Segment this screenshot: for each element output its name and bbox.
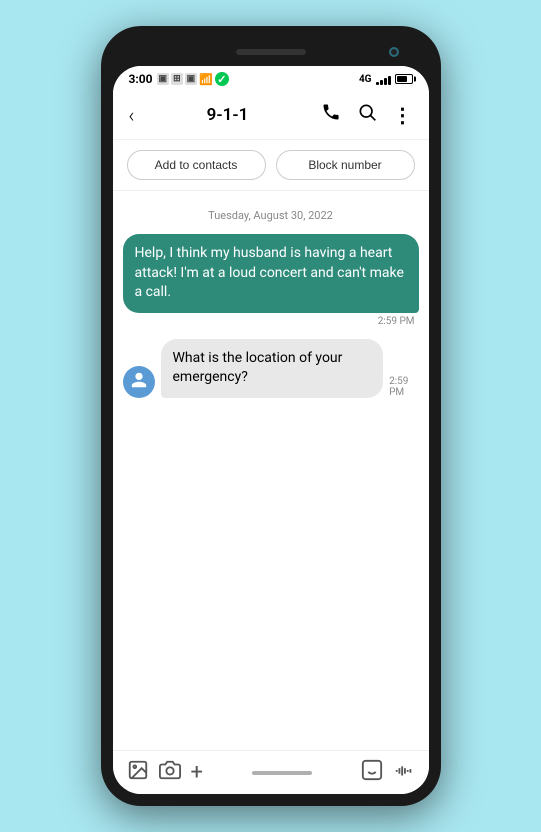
- status-left: 3:00 ▣ ⊞ ▣ 📶 ✓: [129, 72, 229, 86]
- incoming-timestamp: 2:59 PM: [389, 376, 418, 398]
- outgoing-message-wrapper: Help, I think my husband is having a hea…: [123, 234, 419, 327]
- phone-frame: 3:00 ▣ ⊞ ▣ 📶 ✓ 4G: [101, 26, 441, 806]
- status-time: 3:00: [129, 72, 153, 86]
- outgoing-timestamp: 2:59 PM: [378, 316, 415, 327]
- status-right: 4G: [359, 73, 413, 85]
- phone-speaker: [236, 49, 306, 55]
- status-msg-icon: ▣: [157, 73, 170, 85]
- status-network: 4G: [359, 74, 372, 85]
- date-divider: Tuesday, August 30, 2022: [123, 209, 419, 222]
- emoji-button[interactable]: [361, 759, 383, 786]
- voice-button[interactable]: [393, 759, 415, 786]
- nav-bar: ‹ 9-1-1 ⋮: [113, 90, 429, 140]
- block-number-button[interactable]: Block number: [276, 150, 415, 180]
- signal-bar-3: [384, 78, 387, 85]
- camera-button[interactable]: [159, 759, 181, 786]
- phone-screen: 3:00 ▣ ⊞ ▣ 📶 ✓ 4G: [113, 66, 429, 794]
- status-img-icon: ▣: [185, 73, 198, 85]
- messages-area: Tuesday, August 30, 2022 Help, I think m…: [113, 191, 429, 750]
- back-button[interactable]: ‹: [125, 99, 139, 131]
- more-button[interactable]: ⋮: [389, 99, 417, 131]
- toolbar-spacer: [213, 771, 351, 775]
- call-button[interactable]: [317, 98, 345, 131]
- status-bar: 3:00 ▣ ⊞ ▣ 📶 ✓ 4G: [113, 66, 429, 90]
- signal-bar-1: [376, 82, 379, 85]
- status-app-icon: ✓: [215, 72, 229, 86]
- phone-camera: [389, 47, 399, 57]
- avatar-icon: [130, 371, 148, 393]
- signal-bars: [376, 73, 391, 85]
- add-to-contacts-button[interactable]: Add to contacts: [127, 150, 266, 180]
- status-qr-icon: ⊞: [171, 73, 183, 85]
- battery-icon: [395, 74, 413, 84]
- incoming-bubble: What is the location of your emergency?: [161, 339, 384, 398]
- add-button[interactable]: +: [191, 760, 203, 785]
- phone-notch: [113, 38, 429, 66]
- avatar: [123, 366, 155, 398]
- scroll-indicator: [252, 771, 312, 775]
- image-button[interactable]: [127, 759, 149, 786]
- status-icons-left: ▣ ⊞ ▣ 📶 ✓: [157, 72, 229, 86]
- signal-bar-2: [380, 80, 383, 85]
- message-row: Help, I think my husband is having a hea…: [123, 234, 419, 327]
- nav-title: 9-1-1: [138, 105, 316, 125]
- outgoing-bubble: Help, I think my husband is having a hea…: [123, 234, 419, 313]
- signal-bar-4: [388, 76, 391, 85]
- status-wifi-icon: 📶: [199, 73, 213, 86]
- message-row: What is the location of your emergency? …: [123, 339, 419, 398]
- search-button[interactable]: [353, 98, 381, 131]
- incoming-message-wrapper: What is the location of your emergency? …: [161, 339, 419, 398]
- nav-actions: ⋮: [317, 98, 417, 131]
- battery-fill: [397, 76, 408, 82]
- action-buttons-row: Add to contacts Block number: [113, 140, 429, 191]
- bottom-toolbar: +: [113, 750, 429, 794]
